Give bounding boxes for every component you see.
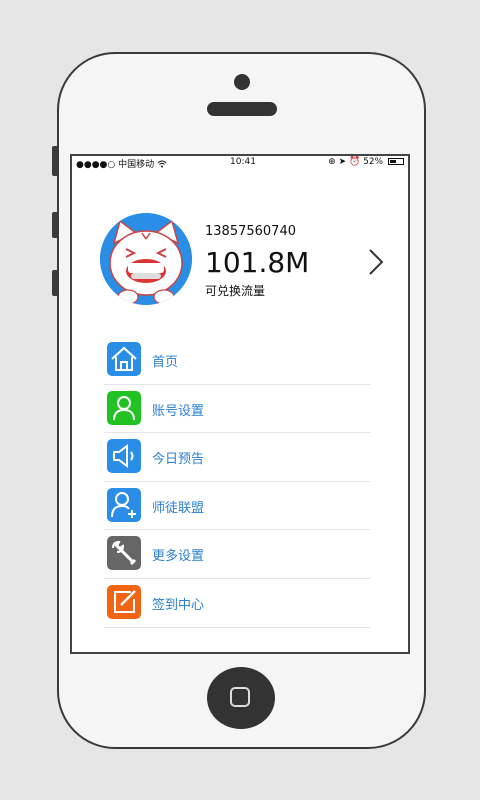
front-camera [234, 74, 250, 90]
menu-item-check-in-center[interactable]: 签到中心 [104, 579, 370, 628]
menu-item-home[interactable]: 首页 [104, 336, 370, 385]
home-icon [107, 342, 141, 376]
alarm-icon: ⏰ [349, 157, 361, 167]
menu-item-label: 更多设置 [152, 549, 205, 565]
carrier-label: ●●●●○ 中国移动 [76, 160, 155, 170]
menu-item-label: 今日预告 [152, 452, 205, 468]
edit-icon [107, 584, 141, 619]
menu-item-label: 签到中心 [152, 597, 205, 613]
cat-avatar-icon [100, 213, 192, 305]
profile-header[interactable]: 13857560740 101.8M 可兑换流量 [72, 206, 408, 316]
battery-icon [388, 158, 404, 165]
volume-up-button [52, 212, 58, 238]
status-time: 10:41 [230, 157, 256, 167]
add-user-icon [107, 487, 141, 522]
app-screen: ●●●●○ 中国移动 10:41 ⊕ ➤ ⏰ 52% 13857560740 1… [70, 154, 410, 654]
avatar[interactable] [100, 213, 192, 305]
menu-item-label: 账号设置 [152, 403, 205, 419]
battery-percent: 52% [363, 157, 384, 167]
home-button-square-icon [230, 687, 250, 707]
chevron-right-icon[interactable] [364, 246, 388, 278]
traffic-balance: 101.8M [205, 246, 310, 279]
menu-item-label: 首页 [152, 355, 179, 370]
home-button[interactable] [207, 667, 275, 729]
speaker-icon [107, 439, 141, 474]
status-bar: ●●●●○ 中国移动 10:41 ⊕ ➤ ⏰ 52% [72, 156, 408, 170]
side-menu: 首页 账号设置 今日预告 师徒联盟 更多设置 签到中心 [104, 336, 370, 628]
user-icon [107, 390, 141, 425]
volume-down-button [52, 270, 58, 296]
menu-item-label: 师徒联盟 [152, 500, 205, 516]
location-icon: ➤ [338, 157, 347, 167]
status-right: ⊕ ➤ ⏰ 52% [328, 157, 404, 167]
battery-level [390, 160, 397, 163]
phone-number: 13857560740 [205, 224, 296, 239]
traffic-balance-label: 可兑换流量 [205, 284, 266, 298]
wifi-icon [157, 160, 167, 170]
menu-item-more-settings[interactable]: 更多设置 [104, 530, 370, 579]
menu-item-account-settings[interactable]: 账号设置 [104, 385, 370, 434]
earpiece-speaker [207, 102, 277, 116]
carrier-signal: ●●●●○ 中国移动 [76, 157, 167, 170]
rotation-lock-icon: ⊕ [328, 157, 336, 167]
menu-item-mentor-alliance[interactable]: 师徒联盟 [104, 482, 370, 531]
wrench-icon [107, 536, 141, 571]
menu-item-today-preview[interactable]: 今日预告 [104, 433, 370, 482]
mute-switch [52, 146, 58, 176]
